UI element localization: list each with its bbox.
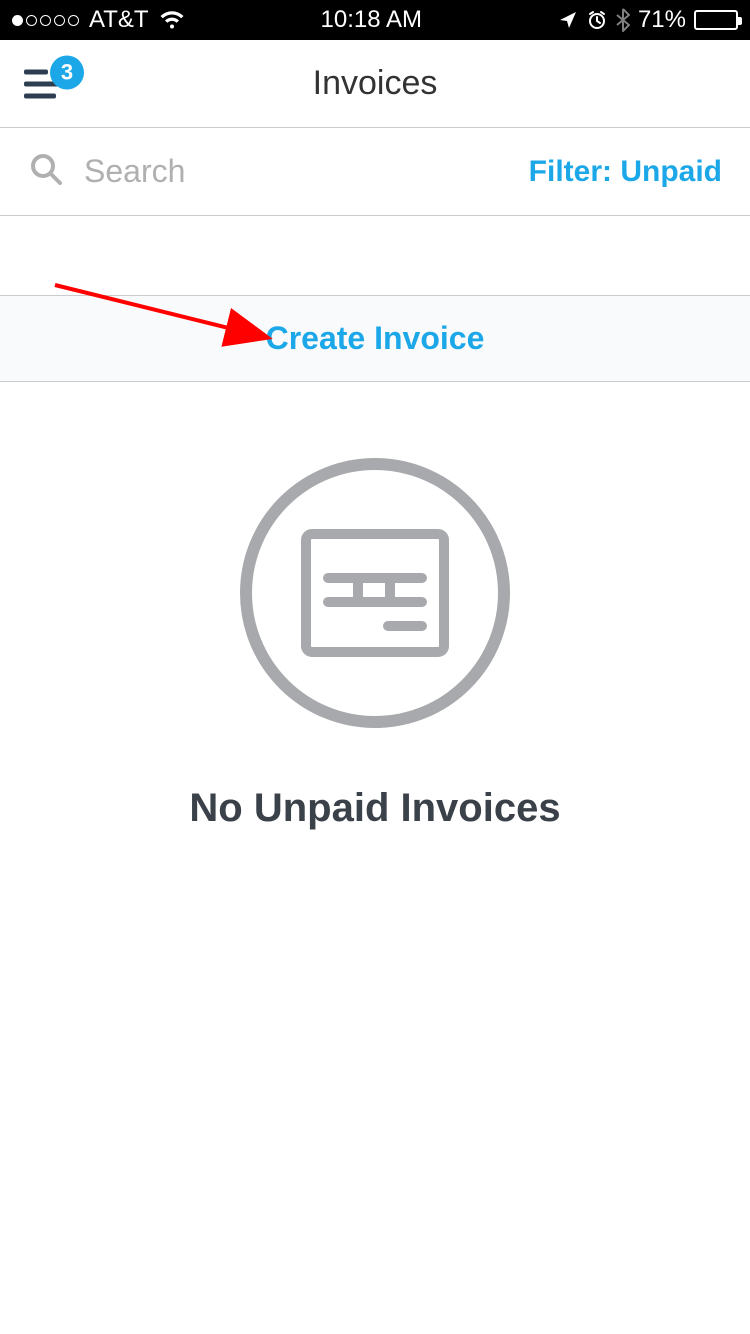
- carrier-label: AT&T: [89, 6, 149, 34]
- filter-button[interactable]: Filter: Unpaid: [529, 155, 722, 189]
- create-invoice-row[interactable]: Create Invoice: [0, 296, 750, 382]
- nav-bar: 3 Invoices: [0, 40, 750, 128]
- list-header-gap: [0, 216, 750, 296]
- status-time: 10:18 AM: [321, 6, 422, 34]
- empty-state-icon: [240, 458, 510, 728]
- create-invoice-label: Create Invoice: [266, 320, 485, 357]
- status-left: AT&T: [12, 6, 185, 34]
- status-bar: AT&T 10:18 AM 71%: [0, 0, 750, 40]
- battery-percent: 71%: [638, 6, 686, 34]
- search-input[interactable]: [84, 153, 509, 190]
- menu-button[interactable]: 3: [24, 69, 62, 98]
- empty-state-title: No Unpaid Invoices: [189, 786, 560, 831]
- battery-icon: [694, 10, 738, 30]
- page-title: Invoices: [313, 64, 438, 103]
- menu-badge: 3: [50, 55, 84, 89]
- bluetooth-icon: [616, 8, 630, 32]
- search-bar: Filter: Unpaid: [0, 128, 750, 216]
- status-right: 71%: [558, 6, 738, 34]
- signal-strength-icon: [12, 15, 79, 26]
- empty-state: No Unpaid Invoices: [0, 382, 750, 831]
- location-icon: [558, 10, 578, 30]
- alarm-icon: [586, 9, 608, 31]
- wifi-icon: [159, 10, 185, 30]
- search-icon: [28, 151, 64, 192]
